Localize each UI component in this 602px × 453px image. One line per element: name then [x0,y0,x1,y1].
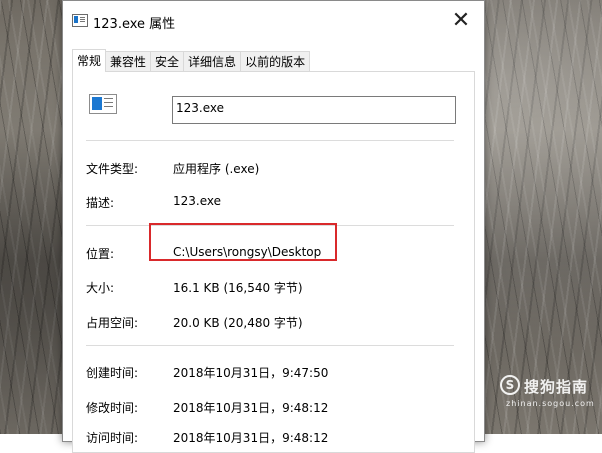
modified-label: 修改时间: [86,401,139,415]
tab-previous-versions[interactable]: 以前的版本 [240,51,311,72]
file-type-label: 文件类型: [86,162,139,176]
watermark-subtext: zhinan.sogou.com [506,399,595,408]
file-type-value: 应用程序 (.exe) [173,162,260,176]
tab-details[interactable]: 详细信息 [183,51,242,72]
accessed-value: 2018年10月31日，9:48:12 [173,431,329,445]
watermark: S 搜狗指南 zhinan.sogou.com [500,375,600,415]
description-value: 123.exe [173,194,222,208]
watermark-logo-icon: S [500,375,520,395]
created-label: 创建时间: [86,366,139,380]
tab-security[interactable]: 安全 [150,51,185,72]
size-label: 大小: [86,281,115,295]
file-name-input[interactable]: 123.exe [172,96,456,124]
general-tab-panel [72,71,475,453]
separator [86,345,454,346]
location-highlight-box [149,223,337,261]
location-label: 位置: [86,247,115,261]
watermark-text: 搜狗指南 [524,378,589,396]
window-title: 123.exe 属性 [93,17,176,32]
size-on-disk-label: 占用空间: [86,316,139,330]
close-icon: ✕ [451,7,471,33]
size-on-disk-value: 20.0 KB (20,480 字节) [173,316,303,330]
tab-general[interactable]: 常规 [72,49,107,72]
properties-dialog: 123.exe 属性 ✕ 常规 兼容性 安全 详细信息 以前的版本 123.ex… [62,0,485,453]
tab-compatibility[interactable]: 兼容性 [105,51,152,72]
description-label: 描述: [86,196,115,210]
close-button[interactable]: ✕ [438,1,484,39]
modified-value: 2018年10月31日，9:48:12 [173,401,329,415]
tab-bar: 常规 兼容性 安全 详细信息 以前的版本 [72,49,311,72]
created-value: 2018年10月31日，9:47:50 [173,366,329,380]
title-bar[interactable]: 123.exe 属性 ✕ [63,1,484,39]
separator [86,140,454,141]
accessed-label: 访问时间: [86,431,139,445]
size-value: 16.1 KB (16,540 字节) [173,281,303,295]
application-icon [72,14,88,27]
exe-file-icon [89,94,117,114]
